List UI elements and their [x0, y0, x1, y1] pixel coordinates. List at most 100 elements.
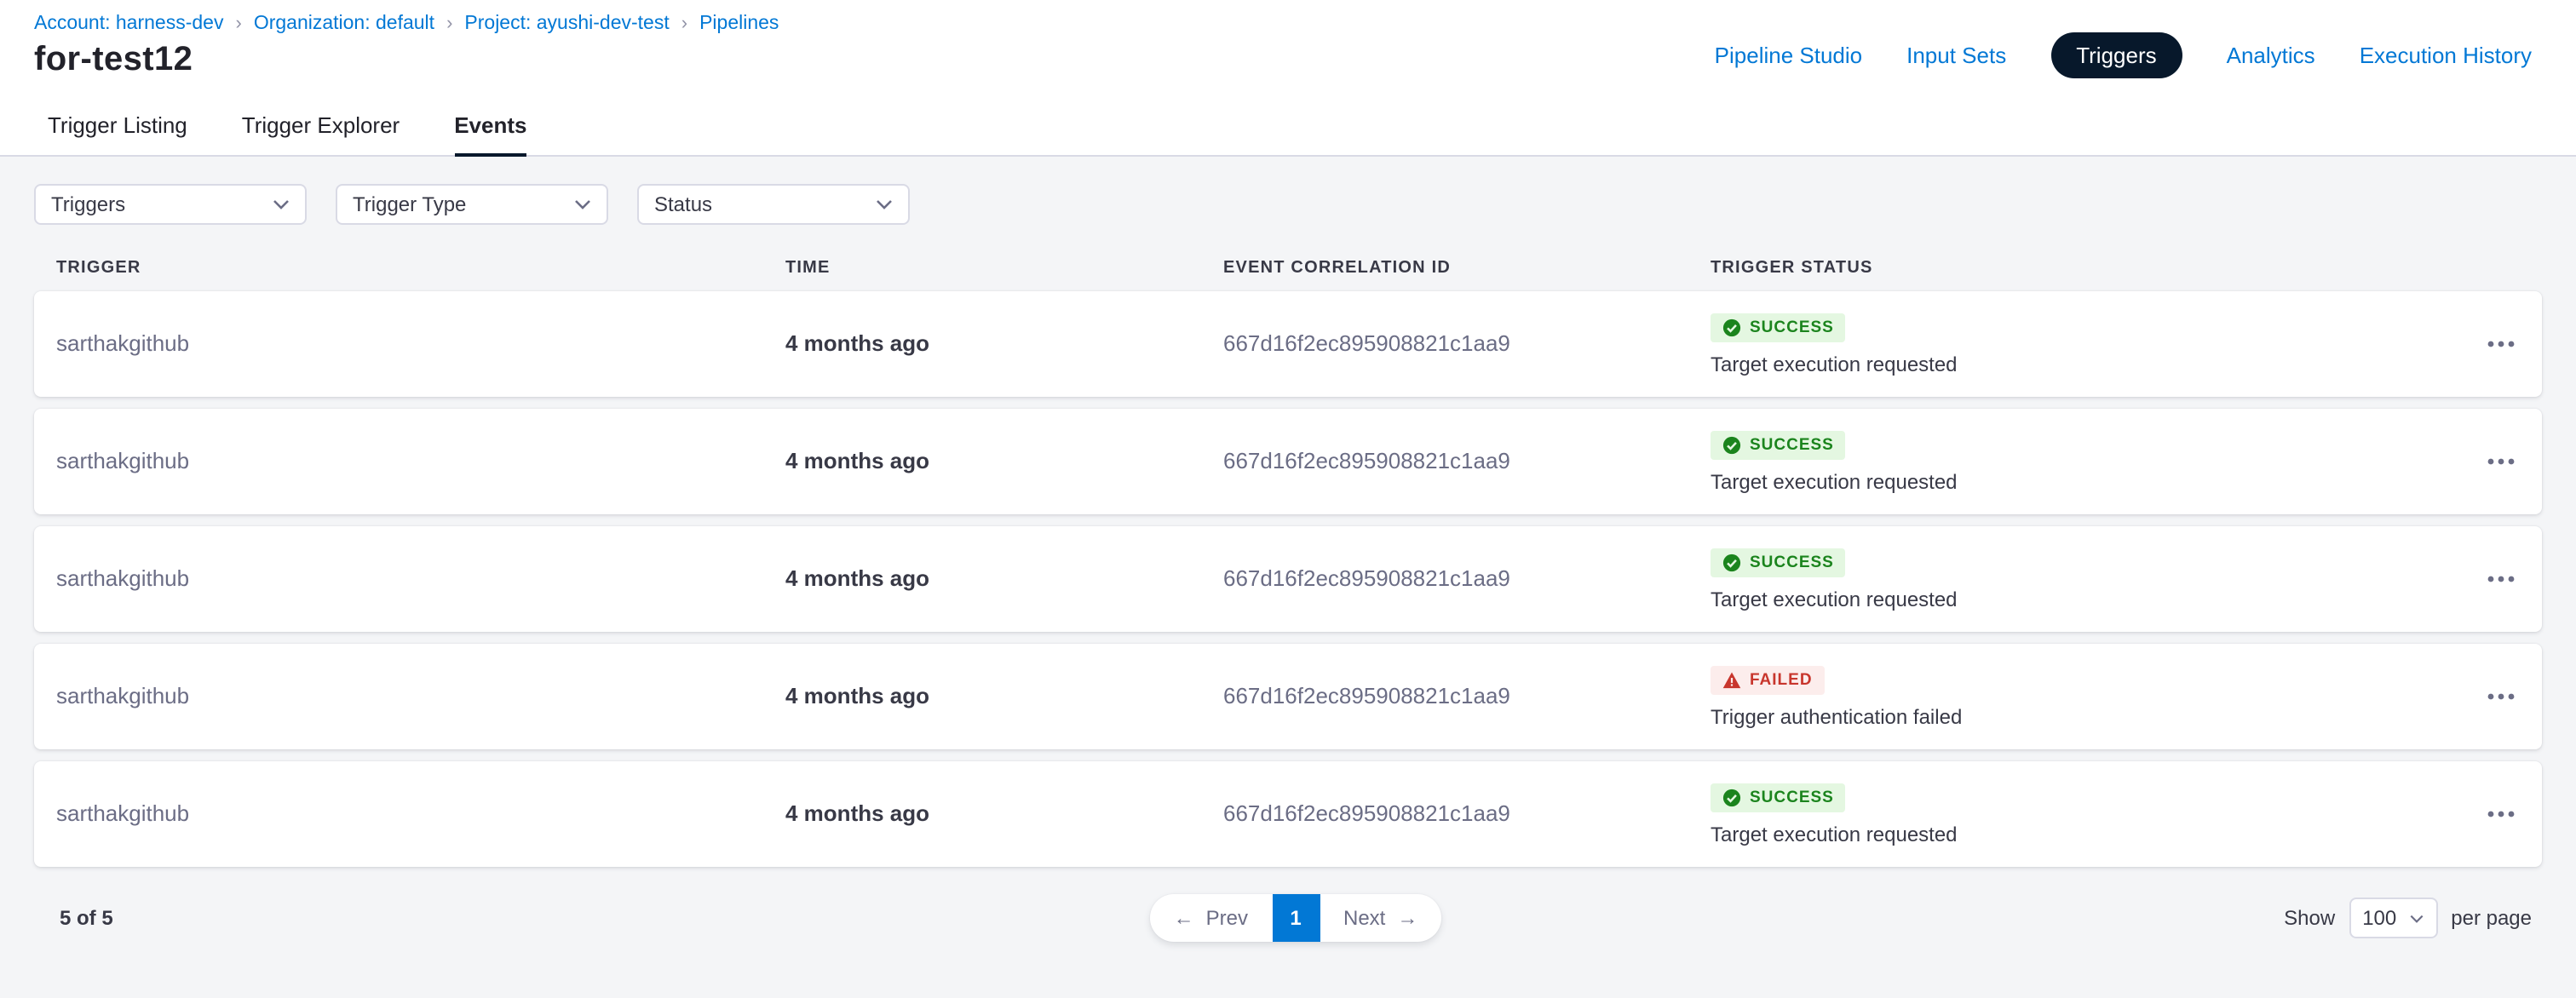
status-text: SUCCESS: [1750, 318, 1834, 336]
events-list: sarthakgithub 4 months ago 667d16f2ec895…: [34, 291, 2542, 867]
chevron-down-icon: [876, 199, 893, 209]
triggers-filter-label: Triggers: [51, 192, 125, 216]
top-nav-input-sets[interactable]: Input Sets: [1906, 42, 2006, 67]
trigger-cell: sarthakgithub: [56, 564, 785, 594]
breadcrumb-link-project-ayushi-dev-test[interactable]: Project: ayushi-dev-test: [464, 14, 669, 34]
event-id-cell: 667d16f2ec895908821c1aa9: [1223, 446, 1711, 477]
time-cell: 4 months ago: [785, 329, 1223, 359]
page-header: Account: harness-dev › Organization: defau…: [0, 0, 2576, 95]
status-badge: SUCCESS: [1711, 548, 1846, 576]
success-check-icon: [1722, 435, 1741, 454]
actions-cell: [2452, 450, 2520, 473]
breadcrumb-separator-icon: ›: [681, 14, 687, 34]
time-cell: 4 months ago: [785, 681, 1223, 712]
top-nav-triggers[interactable]: Triggers: [2050, 32, 2182, 77]
event-time: 4 months ago: [785, 448, 929, 473]
tab-trigger-explorer[interactable]: Trigger Explorer: [242, 95, 400, 155]
event-row: sarthakgithub 4 months ago 667d16f2ec895…: [34, 761, 2542, 867]
status-cell: FAILED Trigger authentication failed: [1711, 665, 2452, 728]
actions-cell: [2452, 802, 2520, 826]
triggers-filter-dropdown[interactable]: Triggers: [34, 184, 307, 225]
row-actions-menu[interactable]: [2482, 685, 2520, 708]
row-actions-menu[interactable]: [2482, 332, 2520, 356]
event-id-cell: 667d16f2ec895908821c1aa9: [1223, 329, 1711, 359]
success-check-icon: [1722, 553, 1741, 571]
event-time: 4 months ago: [785, 565, 929, 591]
header-left: Account: harness-dev › Organization: defau…: [34, 14, 779, 95]
status-message: Target execution requested: [1711, 587, 1958, 611]
footer-left: 5 of 5: [60, 903, 1150, 933]
event-time: 4 months ago: [785, 330, 929, 356]
column-header-trigger-status: Trigger Status: [1711, 259, 2452, 278]
status-text: FAILED: [1750, 670, 1813, 689]
triggers-events-page: Account: harness-dev › Organization: defau…: [0, 0, 2576, 998]
event-id-cell: 667d16f2ec895908821c1aa9: [1223, 799, 1711, 829]
next-label: Next: [1343, 906, 1385, 930]
pagination: ← Prev 1 Next →: [1150, 894, 1442, 942]
page-size-control: Show 100 per page: [1441, 898, 2532, 938]
status-text: SUCCESS: [1750, 553, 1834, 571]
time-cell: 4 months ago: [785, 564, 1223, 594]
event-row: sarthakgithub 4 months ago 667d16f2ec895…: [34, 291, 2542, 397]
column-header-trigger: Trigger: [56, 259, 785, 278]
row-actions-menu[interactable]: [2482, 802, 2520, 826]
tab-bar: Trigger Listing Trigger Explorer Events: [0, 95, 2576, 157]
actions-cell: [2452, 567, 2520, 591]
tab-events[interactable]: Events: [454, 95, 526, 155]
failed-warning-icon: [1722, 670, 1741, 689]
status-filter-dropdown[interactable]: Status: [637, 184, 910, 225]
actions-cell: [2452, 685, 2520, 708]
success-check-icon: [1722, 318, 1741, 336]
event-correlation-id: 667d16f2ec895908821c1aa9: [1223, 683, 1510, 708]
footer: 5 of 5 ← Prev 1 Next → Show 100 per page: [0, 894, 2576, 942]
success-check-icon: [1722, 788, 1741, 806]
top-nav-pipeline-studio[interactable]: Pipeline Studio: [1715, 42, 1862, 67]
status-text: SUCCESS: [1750, 788, 1834, 806]
status-message: Trigger authentication failed: [1711, 704, 1962, 728]
table-header-row: Trigger Time Event Correlation Id Trigge…: [34, 259, 2542, 278]
actions-cell: [2452, 332, 2520, 356]
time-cell: 4 months ago: [785, 446, 1223, 477]
event-correlation-id: 667d16f2ec895908821c1aa9: [1223, 448, 1510, 473]
tab-trigger-listing[interactable]: Trigger Listing: [48, 95, 187, 155]
breadcrumb-link-pipelines[interactable]: Pipelines: [699, 14, 779, 34]
event-time: 4 months ago: [785, 683, 929, 708]
breadcrumb-link-organization-default[interactable]: Organization: default: [254, 14, 434, 34]
page-number-button[interactable]: 1: [1272, 894, 1320, 942]
page-size-select[interactable]: 100: [2349, 898, 2437, 938]
trigger-cell: sarthakgithub: [56, 329, 785, 359]
event-correlation-id: 667d16f2ec895908821c1aa9: [1223, 565, 1510, 591]
event-correlation-id: 667d16f2ec895908821c1aa9: [1223, 330, 1510, 356]
status-cell: SUCCESS Target execution requested: [1711, 313, 2452, 376]
status-badge: SUCCESS: [1711, 430, 1846, 459]
event-time: 4 months ago: [785, 800, 929, 826]
row-actions-menu[interactable]: [2482, 567, 2520, 591]
prev-page-button[interactable]: ← Prev: [1150, 894, 1272, 942]
top-nav: Pipeline Studio Input Sets Triggers Analyti…: [1715, 14, 2532, 95]
trigger-name: sarthakgithub: [56, 330, 189, 356]
top-nav-analytics[interactable]: Analytics: [2227, 42, 2315, 67]
status-filter-label: Status: [654, 192, 712, 216]
status-message: Target execution requested: [1711, 352, 1958, 376]
status-message: Target execution requested: [1711, 822, 1958, 846]
breadcrumb: Account: harness-dev › Organization: defau…: [34, 14, 779, 34]
arrow-right-icon: →: [1397, 906, 1417, 930]
result-count: 5 of 5: [60, 906, 113, 930]
event-correlation-id: 667d16f2ec895908821c1aa9: [1223, 800, 1510, 826]
status-cell: SUCCESS Target execution requested: [1711, 430, 2452, 493]
trigger-cell: sarthakgithub: [56, 799, 785, 829]
next-page-button[interactable]: Next →: [1320, 894, 1441, 942]
trigger-name: sarthakgithub: [56, 800, 189, 826]
trigger-type-filter-dropdown[interactable]: Trigger Type: [336, 184, 608, 225]
breadcrumb-link-account-harness-dev[interactable]: Account: harness-dev: [34, 14, 223, 34]
event-id-cell: 667d16f2ec895908821c1aa9: [1223, 681, 1711, 712]
status-cell: SUCCESS Target execution requested: [1711, 548, 2452, 611]
status-badge: FAILED: [1711, 665, 1825, 694]
breadcrumb-separator-icon: ›: [235, 14, 241, 34]
row-actions-menu[interactable]: [2482, 450, 2520, 473]
top-nav-execution-history[interactable]: Execution History: [2360, 42, 2532, 67]
status-cell: SUCCESS Target execution requested: [1711, 783, 2452, 846]
status-badge: SUCCESS: [1711, 313, 1846, 341]
status-text: SUCCESS: [1750, 435, 1834, 454]
trigger-cell: sarthakgithub: [56, 681, 785, 712]
